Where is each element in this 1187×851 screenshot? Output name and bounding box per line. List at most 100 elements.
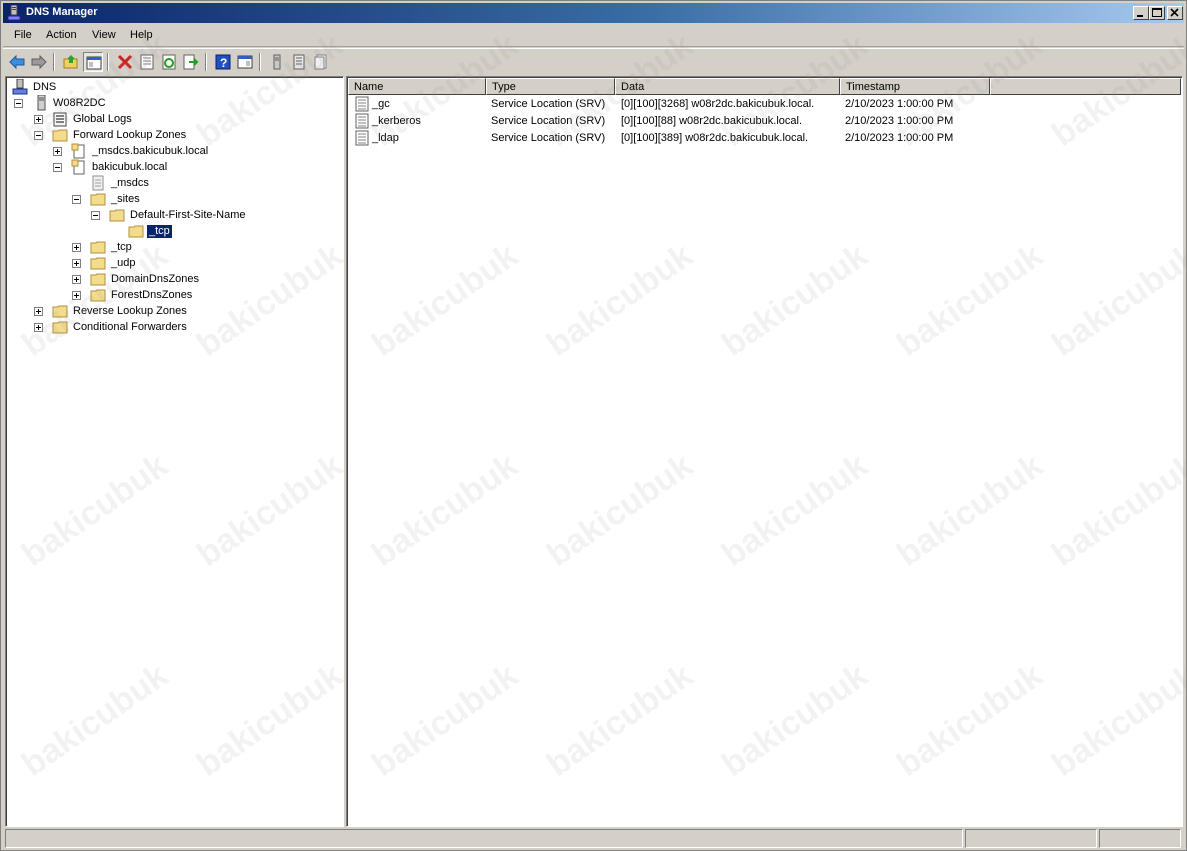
tree-label-domain-zone: bakicubuk.local [92,161,168,173]
cell-type: Service Location (SRV) [491,115,606,127]
up-one-level-button[interactable] [61,52,81,72]
folder-icon [52,305,68,318]
folder-icon [90,257,106,270]
folder-icon [128,225,144,238]
folder-icon [52,129,68,142]
tree-label-reverse-lookup-zones: Reverse Lookup Zones [73,305,187,317]
tree-label-udp: _udp [111,257,136,269]
minimize-button[interactable] [1133,6,1149,20]
column-header-filler [990,78,1181,95]
export-list-button[interactable] [181,52,201,72]
title-bar: DNS Manager [3,3,1184,23]
column-header-type[interactable]: Type [486,78,615,95]
folder-icon [52,321,68,334]
toolbar-separator [259,53,261,71]
tree-label-sites: _sites [111,193,140,205]
cell-name: _kerberos [372,115,421,127]
show-hide-action-pane-button[interactable] [235,52,255,72]
properties-icon [140,54,154,70]
toolbar: ? [3,48,1184,74]
up-folder-icon [63,55,78,69]
back-icon [9,54,25,70]
expand-icon[interactable] [72,275,81,284]
zone-icon [71,143,85,159]
tree-label-tcp: _tcp [111,241,132,253]
status-cell-tertiary [1099,829,1181,848]
close-icon [1170,8,1179,17]
dns-manager-window: DNS Manager File Action View Help ? DNS … [0,0,1187,851]
list-header: Name Type Data Timestamp [348,78,1181,95]
expand-icon[interactable] [34,307,43,316]
table-row[interactable]: _ldap Service Location (SRV) [0][100][38… [348,130,1181,147]
folder-icon [90,273,106,286]
results-list-pane[interactable]: Name Type Data Timestamp _gc Service Loc… [346,76,1183,827]
server-button[interactable] [267,52,287,72]
status-cell-secondary [965,829,1097,848]
menu-help[interactable]: Help [130,29,153,41]
dns-app-icon [7,5,21,21]
menu-file[interactable]: File [14,29,32,41]
delete-button[interactable] [115,52,135,72]
cell-name: _ldap [372,132,399,144]
column-header-name[interactable]: Name [348,78,486,95]
refresh-button[interactable] [159,52,179,72]
dns-icon [12,79,28,95]
menu-action[interactable]: Action [46,29,77,41]
folder-icon [109,209,125,222]
expand-icon[interactable] [53,147,62,156]
window-title: DNS Manager [26,6,98,18]
expand-icon[interactable] [72,291,81,300]
back-button[interactable] [7,52,27,72]
tree-label-domain-dns-zones: DomainDnsZones [111,273,200,285]
close-button[interactable] [1167,6,1183,20]
delegated-zone-icon [92,175,104,191]
collapse-icon[interactable] [72,195,81,204]
expand-icon[interactable] [72,243,81,252]
tree-label-site-tcp: _tcp [146,224,173,239]
collapse-icon[interactable] [14,99,23,108]
tree-label-dns: DNS [33,81,57,93]
table-row[interactable]: _kerberos Service Location (SRV) [0][100… [348,113,1181,130]
maximize-icon [1152,8,1162,17]
show-hide-tree-icon [86,56,102,70]
folder-icon [90,289,106,302]
server-icon [37,95,46,111]
properties-button[interactable] [137,52,157,72]
collapse-icon[interactable] [91,211,100,220]
cell-data: [0][100][389] w08r2dc.bakicubuk.local. [621,132,809,144]
tree-label-server: W08R2DC [53,97,106,109]
expand-icon[interactable] [34,115,43,124]
menu-bar: File Action View Help [3,25,1184,47]
menu-view[interactable]: View [92,29,116,41]
show-hide-action-pane-icon [237,55,253,69]
maximize-button[interactable] [1149,6,1165,20]
delete-icon [117,54,133,70]
zone-button[interactable] [289,52,309,72]
cell-data: [0][100][3268] w08r2dc.bakicubuk.local. [621,98,815,110]
cell-timestamp: 2/10/2023 1:00:00 PM [845,115,954,127]
new-record-button[interactable] [311,52,331,72]
refresh-icon [162,54,176,70]
show-hide-tree-button[interactable] [83,52,103,72]
zone-icon [71,159,85,175]
cell-timestamp: 2/10/2023 1:00:00 PM [845,132,954,144]
event-log-icon [53,112,67,127]
table-row[interactable]: _gc Service Location (SRV) [0][100][3268… [348,96,1181,113]
forward-button[interactable] [29,52,49,72]
cell-data: [0][100][88] w08r2dc.bakicubuk.local. [621,115,803,127]
status-bar [3,829,1184,849]
expand-icon[interactable] [72,259,81,268]
server-icon [273,54,281,70]
tree-label-global-logs: Global Logs [73,113,132,125]
new-record-icon [314,54,327,70]
help-button[interactable]: ? [213,52,233,72]
column-header-timestamp[interactable]: Timestamp [840,78,990,95]
minimize-icon [1137,15,1143,17]
console-tree-pane[interactable]: DNS W08R2DC Global Logs Forward Lookup Z… [5,76,344,827]
folder-icon [90,241,106,254]
collapse-icon[interactable] [53,163,62,172]
column-header-data[interactable]: Data [615,78,840,95]
forward-icon [31,54,47,70]
collapse-icon[interactable] [34,131,43,140]
expand-icon[interactable] [34,323,43,332]
